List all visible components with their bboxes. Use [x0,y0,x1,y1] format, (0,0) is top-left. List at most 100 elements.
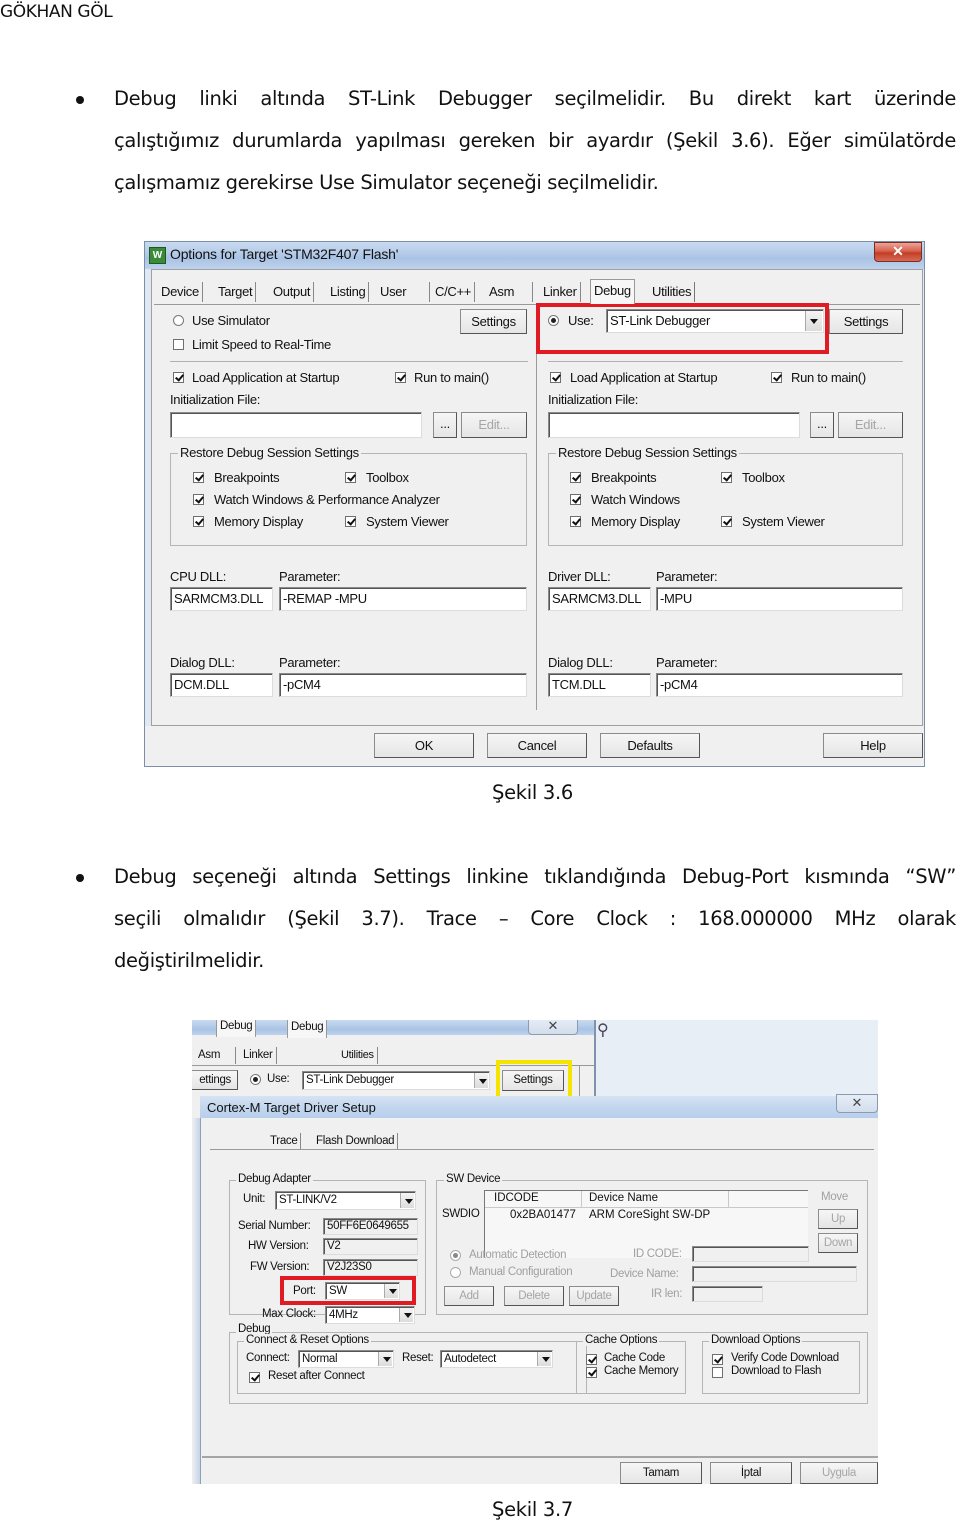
memory-checkbox-left[interactable] [193,516,204,527]
tab-linker[interactable]: Linker [540,282,581,302]
chevron-down-icon[interactable] [474,1073,488,1088]
sysviewer-checkbox-left[interactable] [345,516,356,527]
update-button[interactable]: Update [569,1286,619,1306]
author-name: GÖKHAN GÖL [0,2,113,22]
load-app-label-left: Load Application at Startup [192,370,340,385]
reset-select[interactable]: Autodetect [440,1350,553,1368]
cancel-button[interactable]: Cancel [487,733,587,758]
connect-select[interactable]: Normal [298,1350,394,1368]
bg-debugger-select[interactable]: ST-Link Debugger [302,1071,490,1090]
bg-close-button[interactable]: ✕ [528,1020,578,1035]
connect-reset-title: Connect & Reset Options [244,1334,371,1346]
apply-button[interactable]: Uygula [800,1462,878,1484]
tab-listing[interactable]: Listing [327,282,370,302]
breakpoints-label-left: Breakpoints [214,470,280,485]
dialog-dll-input-right[interactable]: TCM.DLL [548,673,651,697]
dialog-param-input-right[interactable]: -pCM4 [656,673,903,697]
chevron-down-icon[interactable] [537,1352,551,1366]
cache-memory-checkbox[interactable] [586,1367,597,1378]
defaults-button[interactable]: Defaults [600,733,700,758]
column-header-idcode[interactable]: IDCODE [494,1192,539,1204]
tab-output[interactable]: Output [270,282,315,302]
help-button[interactable]: Help [823,733,923,758]
ok-button[interactable]: OK [374,733,474,758]
column-header-device-name[interactable]: Device Name [589,1192,658,1204]
delete-button[interactable]: Delete [504,1286,564,1306]
reset-after-connect-checkbox[interactable] [249,1372,260,1383]
watch-checkbox-left[interactable] [193,494,204,505]
breakpoints-checkbox-right[interactable] [570,472,581,483]
unit-select[interactable]: ST-LINK/V2 [275,1191,416,1210]
auto-detect-radio[interactable] [450,1250,461,1261]
bg-tab-debug[interactable]: Debug [287,1020,328,1038]
table-row[interactable]: 0x2BA01477 ARM CoreSight SW-DP [485,1208,808,1224]
move-up-button[interactable]: Up [818,1209,858,1229]
tab-utilities[interactable]: Utilities [649,282,696,302]
verify-download-checkbox[interactable] [712,1354,723,1365]
browse-button-right[interactable]: ... [810,412,834,438]
toolbox-checkbox-left[interactable] [345,472,356,483]
driver-dll-label: Driver DLL: [548,569,611,584]
watch-checkbox-right[interactable] [570,494,581,505]
chevron-down-icon[interactable] [400,1193,414,1208]
init-file-input-left[interactable] [170,412,422,438]
simulator-settings-button[interactable]: Settings [460,309,527,334]
debugger-settings-button[interactable]: Settings [829,309,903,334]
ok-button[interactable]: Tamam [620,1462,702,1484]
close-button[interactable]: ✕ [874,242,922,262]
driver-setup-close-button[interactable]: ✕ [836,1094,878,1113]
breakpoints-label-right: Breakpoints [591,470,657,485]
memory-checkbox-right[interactable] [570,516,581,527]
manual-config-radio[interactable] [450,1267,461,1278]
bg-tab-asm[interactable]: Asm [195,1047,236,1064]
use-simulator-radio[interactable] [173,315,184,326]
bg-tab-utilities[interactable]: Utilities [338,1047,378,1064]
tab-asm[interactable]: Asm [486,282,533,302]
limit-speed-checkbox[interactable] [173,339,184,350]
edit-button-left[interactable]: Edit... [461,412,527,438]
dialog-dll-input-left[interactable]: DCM.DLL [170,673,273,697]
bg-use-radio[interactable] [250,1074,261,1085]
max-clock-select[interactable]: 4MHz [325,1306,415,1324]
tab-user[interactable]: User [377,282,430,302]
init-file-input-right[interactable] [548,412,800,438]
move-down-button[interactable]: Down [818,1233,858,1253]
add-button[interactable]: Add [444,1286,494,1306]
tab-device[interactable]: Device [158,282,203,302]
run-to-main-checkbox-right[interactable] [771,372,782,383]
driver-dll-input[interactable]: SARMCM3.DLL [548,587,651,611]
verify-download-label: Verify Code Download [731,1352,839,1364]
paragraph1-line1: Debug linki altında ST-Link Debugger seç… [114,87,956,110]
cache-code-checkbox[interactable] [586,1354,597,1365]
load-app-checkbox-right[interactable] [550,372,561,383]
edit-button-right[interactable]: Edit... [838,412,903,438]
download-flash-checkbox[interactable] [712,1367,723,1378]
load-app-checkbox-left[interactable] [173,372,184,383]
browse-button-left[interactable]: ... [433,412,457,438]
figure2-caption: Şekil 3.7 [492,1498,574,1521]
bg-tab-linker[interactable]: Linker [240,1047,277,1064]
tab-debug[interactable]: Debug [590,279,635,304]
chevron-down-icon[interactable] [378,1352,392,1366]
tab-trace[interactable]: Trace [267,1133,302,1149]
bg-divider [579,1066,580,1096]
driver-param-input[interactable]: -MPU [656,587,903,611]
hw-version-field: V2 [323,1238,418,1255]
toolbox-checkbox-right[interactable] [721,472,732,483]
cpu-param-input[interactable]: -REMAP -MPU [279,587,527,611]
chevron-down-icon[interactable] [399,1308,413,1322]
tab-flash-download[interactable]: Flash Download [313,1133,399,1149]
bg-settings-button-partial[interactable]: ettings [192,1070,238,1090]
paragraph2-line1: Debug seçeneği altında Settings linkine … [114,865,956,888]
sysviewer-checkbox-right[interactable] [721,516,732,527]
dialog-param-input-left[interactable]: -pCM4 [279,673,527,697]
run-to-main-checkbox-left[interactable] [395,372,406,383]
tab-cc[interactable]: C/C++ [432,282,476,302]
cancel-button[interactable]: İptal [710,1462,792,1484]
tab-target[interactable]: Target [215,282,257,302]
serial-label: Serial Number: [238,1220,311,1232]
tab-debug[interactable]: Debug [216,1020,257,1037]
breakpoints-checkbox-left[interactable] [193,472,204,483]
cpu-dll-input[interactable]: SARMCM3.DLL [170,587,273,611]
title-bar: W Options for Target 'STM32F407 Flash' ✕ [145,242,924,269]
